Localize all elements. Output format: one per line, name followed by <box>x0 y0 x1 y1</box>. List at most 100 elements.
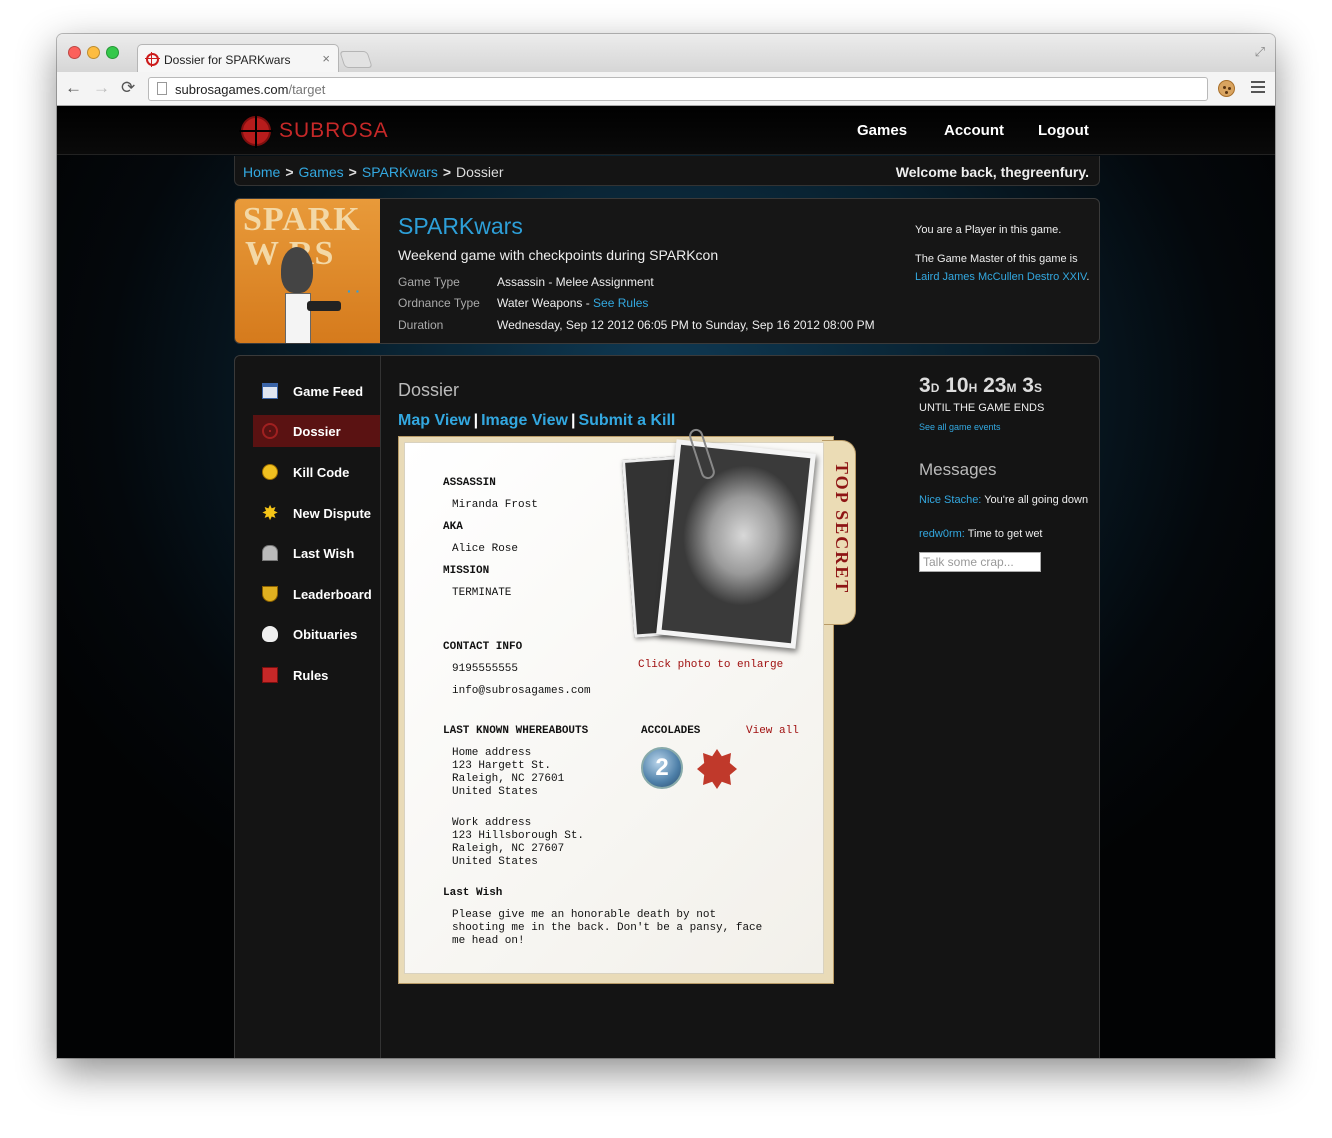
role-info: You are a Player in this game. The Game … <box>915 221 1095 286</box>
nav-logout-link[interactable]: Logout <box>1038 122 1089 139</box>
rank-badge-icon[interactable]: 2 <box>641 747 683 789</box>
breadcrumb-bar: Home > Games > SPARKwars > Dossier Welcome bac… <box>234 156 1100 186</box>
figure-body <box>285 293 311 343</box>
subrosa-logo-icon[interactable] <box>239 114 273 148</box>
game-title[interactable]: SPARKwars <box>398 213 523 240</box>
game-header: SPARK W RS · · SPARKwars Weekend game wi… <box>234 198 1100 344</box>
target-portrait-image <box>661 444 811 644</box>
sidebar-item-last-wish[interactable]: Last Wish <box>253 537 380 569</box>
aka-value: Alice Rose <box>452 543 519 555</box>
crosshair-icon <box>262 423 278 439</box>
sidebar-item-label: Game Feed <box>293 384 364 399</box>
countdown-days: 3 <box>919 374 931 397</box>
address-bar[interactable]: subrosagames.com/target <box>148 77 1208 101</box>
target-photo[interactable] <box>656 439 816 649</box>
nav-games-link[interactable]: Games <box>857 122 907 139</box>
player-role: You are a Player in this game. <box>915 224 1062 236</box>
view-separator: | <box>570 412 576 429</box>
page-title: Dossier <box>398 380 460 400</box>
browser-window: Dossier for SPARKwars × ⤢ ← → ⟳ subrosag… <box>57 34 1275 1058</box>
sidebar-item-kill-code[interactable]: Kill Code <box>253 456 380 488</box>
crosshair-favicon-icon <box>145 52 160 67</box>
reload-icon[interactable]: ⟳ <box>121 78 135 98</box>
hamburger-menu-icon[interactable] <box>1251 81 1265 93</box>
breadcrumb-home[interactable]: Home <box>243 164 280 180</box>
message-text: You're all going down <box>984 494 1089 506</box>
forward-arrow-icon[interactable]: → <box>93 78 110 98</box>
mission-label: MISSION <box>443 565 490 577</box>
message-item: Nice Stache: You're all going down <box>919 493 1095 508</box>
fist-badge-icon[interactable] <box>697 749 737 789</box>
url-host: subrosagames.com <box>175 82 289 97</box>
messages-title: Messages <box>919 460 997 479</box>
gm-text: The Game Master of this game is <box>915 253 1078 265</box>
game-type-label: Game Type <box>398 275 460 289</box>
flame-head-icon <box>281 247 313 293</box>
close-window-button[interactable] <box>68 46 81 59</box>
title-bar: Dossier for SPARKwars × ⤢ <box>57 34 1275 72</box>
countdown-caption: UNTIL THE GAME ENDS <box>919 402 1045 414</box>
angry-face-icon <box>262 464 278 480</box>
message-author[interactable]: redw0rm: <box>919 528 965 540</box>
countdown-days-unit: D <box>930 381 940 395</box>
top-secret-stamp: TOP SECRET <box>832 462 852 595</box>
breadcrumb-games[interactable]: Games <box>299 164 344 180</box>
logo-text[interactable]: SUBROSA <box>279 119 389 143</box>
star-burst-icon: ✸ <box>262 503 278 523</box>
countdown-seconds: 3 <box>1022 374 1034 397</box>
sidebar-item-new-dispute[interactable]: ✸ New Dispute <box>253 497 380 529</box>
dossier-folder: TOP SECRET ASSASSIN Miranda Frost AKA Al… <box>398 427 858 984</box>
see-rules-link[interactable]: See Rules <box>593 296 648 310</box>
sidebar-item-dossier[interactable]: Dossier <box>253 415 380 447</box>
view-all-link[interactable]: View all <box>746 725 799 737</box>
url-path: /target <box>288 82 326 97</box>
game-events-link[interactable]: See all game events <box>919 422 1001 432</box>
image-view-link[interactable]: Image View <box>481 412 568 429</box>
mission-value: TERMINATE <box>452 587 512 599</box>
art-title-top: SPARK <box>243 201 361 238</box>
aka-label: AKA <box>443 521 463 533</box>
last-wish-label: Last Wish <box>443 887 503 899</box>
welcome-message: Welcome back, thegreenfury. <box>895 164 1089 180</box>
photo-hint[interactable]: Click photo to enlarge <box>638 659 783 671</box>
zoom-window-button[interactable] <box>106 46 119 59</box>
tombstone-icon <box>262 545 278 561</box>
water-drops-icon: · · <box>347 283 361 299</box>
breadcrumb-separator: > <box>348 164 357 180</box>
breadcrumb-sparkwars[interactable]: SPARKwars <box>362 164 438 180</box>
submit-kill-link[interactable]: Submit a Kill <box>578 412 675 429</box>
tab-close-icon[interactable]: × <box>322 51 330 66</box>
breadcrumb-separator: > <box>285 164 294 180</box>
sidebar-item-label: Rules <box>293 668 329 683</box>
message-item: redw0rm: Time to get wet <box>919 527 1095 542</box>
new-tab-button[interactable] <box>339 51 373 68</box>
breadcrumb-separator: > <box>442 164 452 180</box>
trophy-icon <box>262 586 278 602</box>
countdown-seconds-unit: S <box>1033 381 1042 395</box>
ordnance-value: Water Weapons - See Rules <box>497 296 648 310</box>
page-icon <box>157 82 167 95</box>
fullscreen-icon[interactable]: ⤢ <box>1255 44 1265 60</box>
cookie-icon[interactable] <box>1218 80 1235 97</box>
game-subtitle: Weekend game with checkpoints during SPA… <box>398 247 719 263</box>
message-author[interactable]: Nice Stache: <box>919 494 981 506</box>
map-view-link[interactable]: Map View <box>398 412 471 429</box>
ordnance-text: Water Weapons - <box>497 296 594 310</box>
breadcrumb-current: Dossier <box>456 164 504 180</box>
last-wish-text: Please give me an honorable death by not… <box>452 909 763 947</box>
back-arrow-icon[interactable]: ← <box>65 78 82 98</box>
game-master-link[interactable]: Laird James McCullen Destro XXIV <box>915 271 1086 283</box>
browser-tab[interactable]: Dossier for SPARKwars × <box>137 44 339 72</box>
message-input[interactable] <box>919 552 1041 572</box>
sidebar-item-rules[interactable]: Rules <box>253 659 380 691</box>
sidebar-item-leaderboard[interactable]: Leaderboard <box>253 578 380 610</box>
contact-email: info@subrosagames.com <box>452 685 591 697</box>
minimize-window-button[interactable] <box>87 46 100 59</box>
sidebar-item-obituaries[interactable]: Obituaries <box>253 618 380 650</box>
accolades-label: ACCOLADES <box>641 725 701 737</box>
sidebar-item-label: Kill Code <box>293 465 350 480</box>
book-icon <box>262 667 278 683</box>
sidebar-item-game-feed[interactable]: Game Feed <box>253 375 380 407</box>
whereabouts-label: LAST KNOWN WHEREABOUTS <box>443 725 589 737</box>
nav-account-link[interactable]: Account <box>944 122 1004 139</box>
